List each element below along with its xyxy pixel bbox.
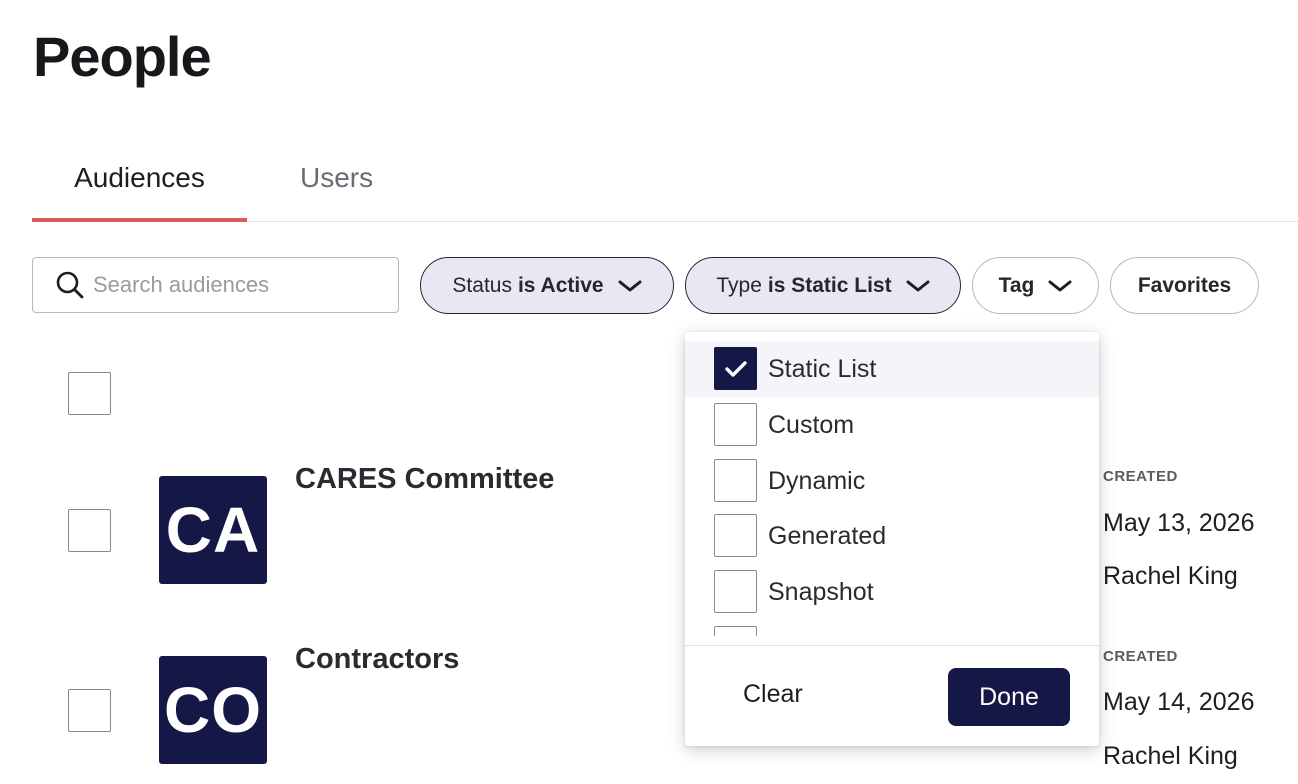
status-filter-value: is Active [517, 273, 604, 297]
type-option-label: Generated [768, 521, 887, 550]
type-option-generated[interactable]: Generated [685, 508, 1099, 564]
search-icon [56, 271, 84, 299]
status-filter-chip[interactable]: Status is Active [420, 257, 674, 314]
type-option-checkbox[interactable] [714, 403, 757, 446]
type-option-checkbox[interactable] [714, 626, 757, 636]
created-date: May 14, 2026 [1103, 688, 1255, 716]
avatar: CA [159, 476, 267, 584]
created-by: Rachel King [1103, 742, 1238, 770]
type-option-custom[interactable]: Custom [685, 397, 1099, 453]
type-option-checkbox[interactable] [714, 570, 757, 613]
audience-name[interactable]: CARES Committee [295, 463, 554, 496]
status-filter-prefix: Status [452, 273, 512, 297]
type-option-label: Snapshot [768, 577, 874, 606]
chevron-down-icon [1048, 280, 1072, 291]
type-option-partial[interactable] [685, 620, 1099, 636]
tab-audiences[interactable]: Audiences [32, 162, 247, 222]
tag-filter-chip[interactable]: Tag [972, 257, 1099, 314]
type-option-checkbox[interactable] [714, 514, 757, 557]
tab-bar: Audiences Users [32, 150, 1298, 222]
done-button[interactable]: Done [948, 668, 1070, 726]
avatar: CO [159, 656, 267, 764]
created-by: Rachel King [1103, 562, 1238, 590]
check-icon [724, 360, 747, 377]
page-title: People [33, 25, 212, 88]
type-option-label: Dynamic [768, 466, 866, 495]
chevron-down-icon [906, 280, 930, 291]
favorites-filter-chip[interactable]: Favorites [1110, 257, 1259, 314]
row-checkbox[interactable] [68, 509, 111, 552]
select-all-checkbox[interactable] [68, 372, 111, 415]
type-filter-value: is Static List [767, 273, 892, 297]
type-option-label: Custom [768, 410, 855, 439]
clear-button[interactable]: Clear [743, 680, 803, 709]
search-input[interactable] [93, 272, 373, 298]
type-option-checkbox[interactable] [714, 459, 757, 502]
tag-filter-label: Tag [998, 273, 1035, 297]
type-option-label: Static List [768, 354, 877, 383]
type-option-static-list[interactable]: Static List [685, 341, 1099, 397]
audience-name[interactable]: Contractors [295, 643, 459, 676]
type-options-list[interactable]: Static List Custom Dynamic Generated Sna… [685, 332, 1099, 636]
type-option-checkbox[interactable] [714, 347, 757, 390]
created-label: CREATED [1103, 468, 1178, 485]
type-filter-dropdown: Static List Custom Dynamic Generated Sna… [685, 332, 1099, 746]
type-option-snapshot[interactable]: Snapshot [685, 564, 1099, 620]
created-date: May 13, 2026 [1103, 509, 1255, 537]
dropdown-footer: Clear Done [685, 645, 1099, 746]
search-box [32, 257, 399, 313]
row-checkbox[interactable] [68, 689, 111, 732]
created-label: CREATED [1103, 648, 1178, 665]
chevron-down-icon [618, 280, 642, 291]
type-option-dynamic[interactable]: Dynamic [685, 453, 1099, 509]
type-filter-chip[interactable]: Type is Static List [685, 257, 961, 314]
type-filter-prefix: Type [716, 273, 762, 297]
tab-users[interactable]: Users [300, 162, 373, 220]
